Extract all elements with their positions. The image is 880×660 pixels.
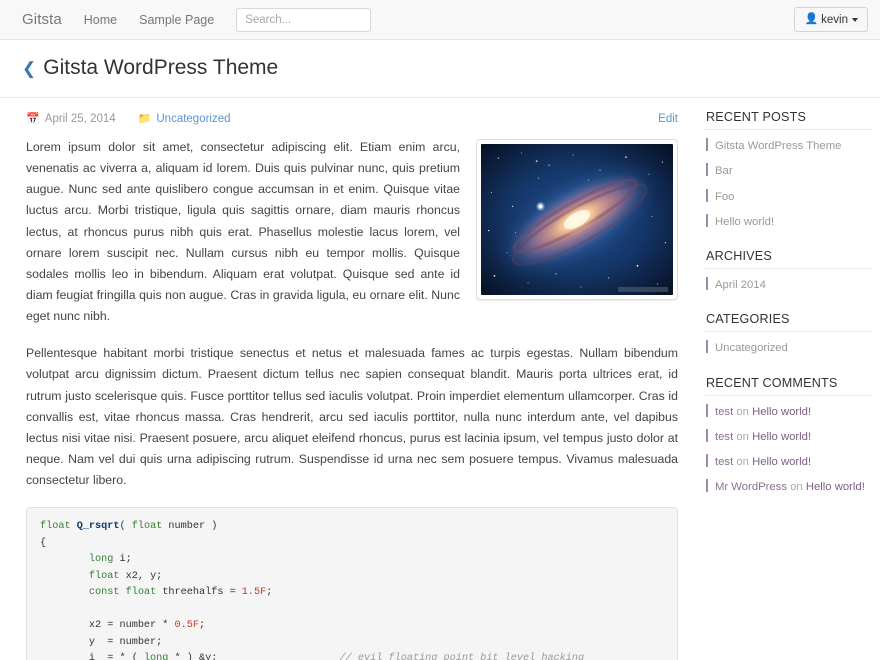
nav-link-home[interactable]: Home [84, 13, 117, 27]
comment-post-link[interactable]: Hello world! [806, 481, 865, 493]
comment-connector: on [733, 430, 753, 443]
article-body: Lorem ipsum dolor sit amet, consectetur … [26, 137, 678, 660]
list-item-link[interactable]: Uncategorized [715, 342, 788, 354]
post-figure [476, 139, 678, 300]
list-item: Foo [704, 185, 872, 210]
navbar: Gitsta Home Sample Page 👤 kevin [0, 0, 880, 40]
brand-logo[interactable]: Gitsta [22, 11, 62, 28]
comment-connector: on [733, 456, 753, 468]
comment-item: test on Hello world! [704, 400, 872, 425]
list-item-link[interactable]: Hello world! [715, 216, 774, 228]
navbar-right: 👤 kevin [794, 7, 868, 32]
comment-item: test on Hello world! [704, 425, 872, 450]
list-item-link[interactable]: Foo [715, 191, 734, 203]
nav-link-sample-page[interactable]: Sample Page [139, 13, 214, 27]
andromeda-galaxy-image [481, 144, 673, 295]
comment-connector: on [786, 481, 806, 494]
list-item: Uncategorized [704, 336, 872, 361]
widget-recent-posts: RECENT POSTS Gitsta WordPress Theme Bar Foo… [704, 110, 872, 235]
list-item: Gitsta WordPress Theme [704, 134, 872, 159]
widget-title: ARCHIVES [704, 249, 872, 269]
user-menu-label: kevin [821, 13, 848, 26]
comment-post-link[interactable]: Hello world! [752, 456, 811, 468]
calendar-icon: 📅 [26, 113, 40, 125]
page-title: ❮ Gitsta WordPress Theme [22, 56, 858, 80]
list-item: Bar [704, 159, 872, 184]
comment-author[interactable]: test [715, 431, 733, 443]
folder-icon: 📁 [137, 113, 152, 125]
list-item-link[interactable]: April 2014 [715, 279, 766, 291]
recent-comments-list: test on Hello world! test on Hello world!… [704, 400, 872, 501]
list-item-link[interactable]: Gitsta WordPress Theme [715, 140, 841, 152]
sidebar: RECENT POSTS Gitsta WordPress Theme Bar Foo… [700, 98, 880, 660]
code-block: float Q_rsqrt( float number ) { long i; … [26, 507, 678, 660]
post-category-link[interactable]: Uncategorized [156, 113, 230, 125]
list-item: April 2014 [704, 273, 872, 298]
comment-item: Mr WordPress on Hello world! [704, 475, 872, 500]
user-menu-button[interactable]: 👤 kevin [794, 7, 868, 32]
post-meta: 📅 April 25, 2014 📁 Uncategorized Edit [26, 112, 678, 126]
main-container: 📅 April 25, 2014 📁 Uncategorized Edit Lo… [0, 98, 880, 660]
comment-post-link[interactable]: Hello world! [752, 431, 811, 443]
list-item: Hello world! [704, 210, 872, 235]
post-date-text: April 25, 2014 [44, 112, 116, 125]
comment-author[interactable]: test [715, 406, 733, 418]
post-content: 📅 April 25, 2014 📁 Uncategorized Edit Lo… [0, 98, 700, 660]
widget-list: April 2014 [704, 273, 872, 298]
page-header: ❮ Gitsta WordPress Theme [0, 40, 880, 98]
search-input[interactable] [236, 7, 372, 32]
code-content: float Q_rsqrt( float number ) { long i; … [40, 521, 585, 660]
list-item-link[interactable]: Bar [715, 165, 733, 177]
chevron-left-icon[interactable]: ❮ [22, 59, 36, 79]
sidebar-widgets: RECENT POSTS Gitsta WordPress Theme Bar Foo… [704, 110, 872, 362]
comment-author[interactable]: test [715, 456, 733, 468]
chevron-down-icon [852, 17, 858, 22]
post-date: 📅 April 25, 2014 [26, 112, 116, 126]
user-icon: 👤 [804, 13, 819, 25]
widget-categories: CATEGORIES Uncategorized [704, 312, 872, 361]
widget-list: Gitsta WordPress Theme Bar Foo Hello world! [704, 134, 872, 235]
page-title-text: Gitsta WordPress Theme [43, 56, 279, 79]
comment-connector: on [733, 405, 753, 418]
widget-title: CATEGORIES [704, 312, 872, 333]
widget-title: RECENT POSTS [704, 110, 872, 130]
comment-post-link[interactable]: Hello world! [752, 406, 811, 418]
widget-list: Uncategorized [704, 336, 872, 361]
widget-recent-comments: RECENT COMMENTS test on Hello world! test… [704, 376, 872, 501]
comment-author[interactable]: Mr WordPress [715, 481, 787, 493]
widget-archives: ARCHIVES April 2014 [704, 249, 872, 298]
article-paragraph-2: Pellentesque habitant morbi tristique se… [26, 346, 678, 488]
comment-item: test on Hello world! [704, 450, 872, 475]
edit-post-link[interactable]: Edit [658, 113, 678, 125]
post-category: 📁 Uncategorized [137, 112, 231, 126]
widget-title-recent-comments: RECENT COMMENTS [704, 376, 872, 396]
